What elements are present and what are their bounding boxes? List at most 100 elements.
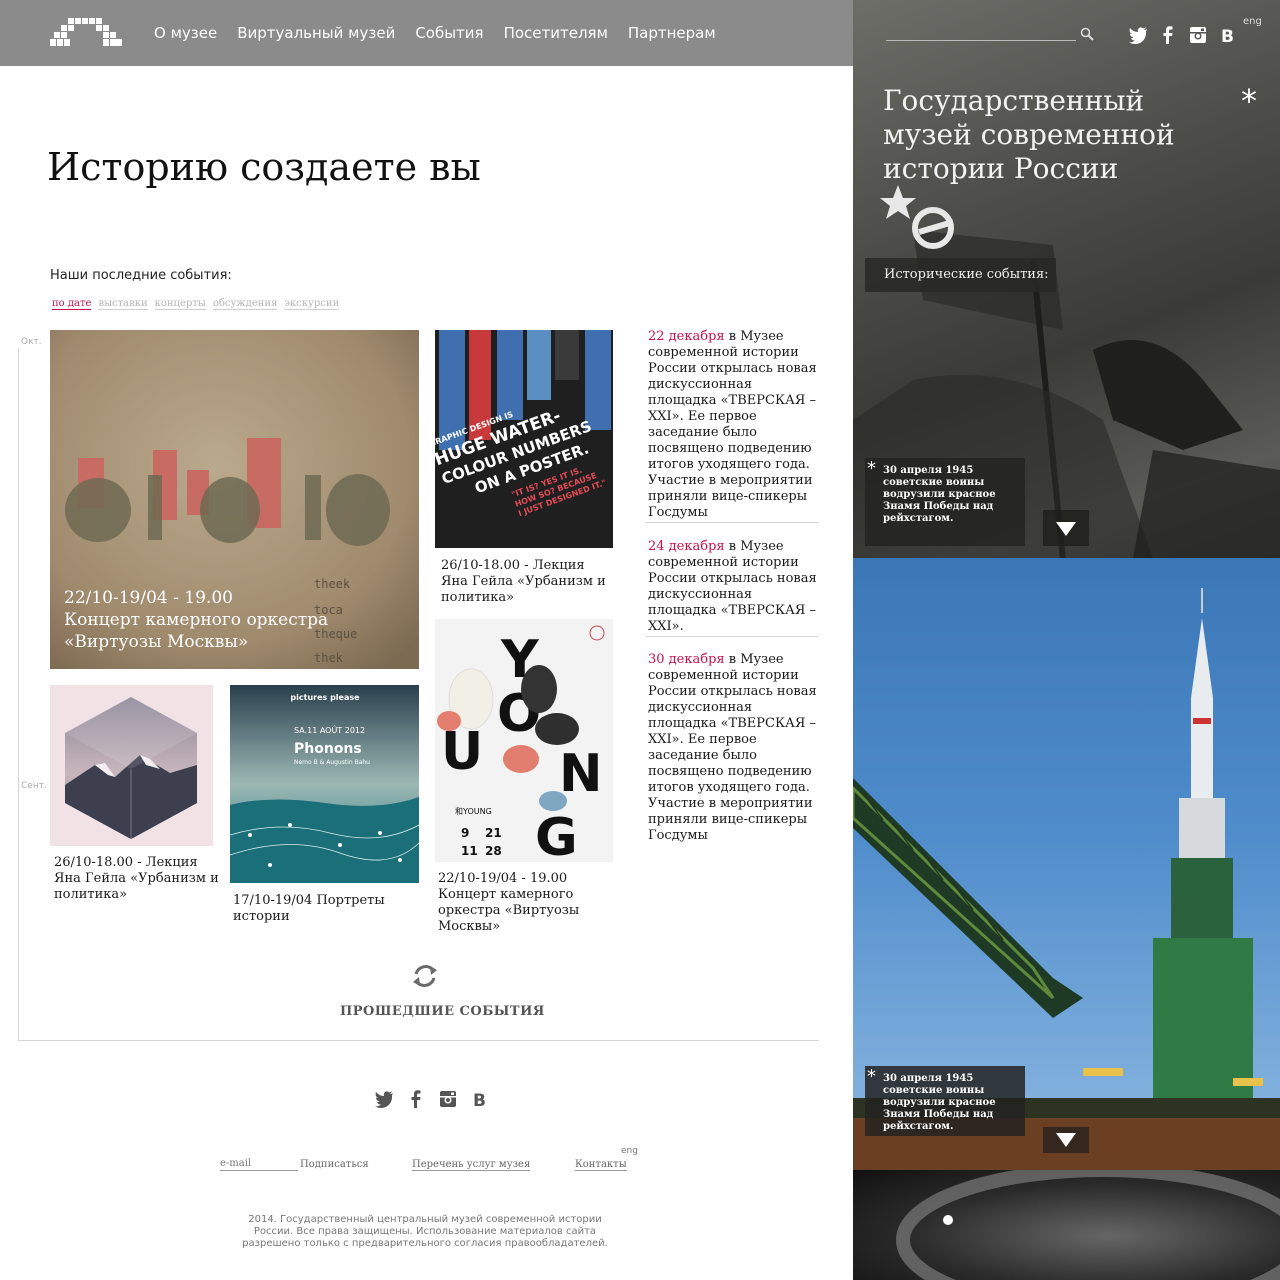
history-fact-text: 30 апреля 1945 советские воины водрузили… <box>883 465 996 524</box>
lang-switch-eng[interactable]: eng <box>1243 16 1262 27</box>
copyright-text: 2014. Государственный центральный музей … <box>242 1214 608 1249</box>
filter-by-date[interactable]: по дате <box>52 298 92 310</box>
filter-exhibitions[interactable]: выставки <box>98 298 148 310</box>
poster-watercolour-card[interactable]: GRAPHIC DESIGN IS HUGE WATER- COLOUR NUM… <box>435 330 613 548</box>
asterisk-icon: * <box>867 458 876 479</box>
top-bar: О музее Виртуальный музей События Посети… <box>0 0 853 66</box>
search-underline <box>886 40 1076 41</box>
svg-text:В: В <box>1221 27 1234 45</box>
twitter-icon[interactable] <box>1128 25 1148 45</box>
events-heading: Наши последние события: <box>50 268 232 283</box>
museum-name: Государственный музей современной истори… <box>883 84 1175 185</box>
history-fact-card[interactable]: 30 апреля 1945 советские воины водрузили… <box>865 458 1025 546</box>
young-poster-image: Y O U N G 和YOUNG 9 21 11 28 <box>435 619 613 862</box>
month-label-sep: Сент. <box>21 781 47 791</box>
scroll-down-button[interactable] <box>1043 510 1089 546</box>
instagram-icon[interactable] <box>438 1089 458 1109</box>
scroll-down-button[interactable] <box>1043 1127 1089 1153</box>
vk-icon[interactable]: В <box>470 1089 490 1111</box>
event-filters: по дате выставки концерты обсуждения экс… <box>52 298 340 310</box>
poster-phonons-card[interactable]: pictures please SA.11 AOÛT 2012 Phonons … <box>230 685 419 883</box>
svg-text:В: В <box>473 1091 486 1109</box>
footer-lang-switch[interactable]: eng <box>621 1146 638 1156</box>
phonons-date: SA.11 AOÛT 2012 <box>294 724 365 735</box>
poster-hexagon-card[interactable] <box>50 685 213 846</box>
poster-hexagon-caption[interactable]: 26/10-18.00 - Лекция Яна Гейла «Урбанизм… <box>54 855 219 903</box>
young-date-1: 9 <box>461 826 469 840</box>
news-divider <box>646 522 818 523</box>
nav-item-virtual-museum[interactable]: Виртуальный музей <box>237 24 395 42</box>
young-date-4: 28 <box>485 844 502 858</box>
instagram-icon[interactable] <box>1188 25 1208 45</box>
phonons-subtitle: Nemo B & Augustin Bahu <box>294 759 370 766</box>
filter-excursions[interactable]: экскурсии <box>284 298 340 310</box>
young-letter-u: U <box>441 722 483 782</box>
email-field[interactable] <box>220 1157 298 1171</box>
museum-logo[interactable] <box>50 18 122 48</box>
featured-caption-date: 22/10-19/04 - 19.00 <box>64 588 233 608</box>
detail-photo <box>896 1170 1280 1280</box>
nav-item-about[interactable]: О музее <box>154 24 217 42</box>
nav-item-partners[interactable]: Партнерам <box>628 24 716 42</box>
search-input[interactable] <box>886 24 1076 40</box>
timeline-divider <box>18 1040 819 1041</box>
phonons-poster-image: pictures please SA.11 AOÛT 2012 Phonons … <box>230 685 419 883</box>
arrow-down-icon <box>1056 1133 1076 1147</box>
phonons-title: Phonons <box>294 741 362 757</box>
poster-phonons-caption[interactable]: 17/10-19/04 Портреты истории <box>233 893 413 925</box>
page-title: Историю создаете вы <box>47 145 481 189</box>
footer-social-links: В <box>374 1089 490 1111</box>
young-letter-g: G <box>535 808 578 862</box>
month-label-oct: Окт. <box>21 337 42 347</box>
footer-link-contacts-label: Контакты <box>575 1159 627 1171</box>
side-photo-detail <box>853 1170 1280 1280</box>
twitter-icon[interactable] <box>374 1089 394 1109</box>
footer-link-contacts[interactable]: Контакты <box>575 1159 627 1171</box>
featured-caption[interactable]: 22/10-19/04 - 19.00 Концерт камерного ор… <box>64 587 364 653</box>
hexagon-mountain-image <box>50 685 213 846</box>
search-icon[interactable] <box>1080 27 1094 41</box>
nav-item-visitors[interactable]: Посетителям <box>504 24 608 42</box>
young-date-2: 21 <box>485 826 502 840</box>
news-date: 24 декабря <box>648 539 725 554</box>
poster-young-card[interactable]: Y O U N G 和YOUNG 9 21 11 28 <box>435 619 613 862</box>
refresh-icon[interactable] <box>410 961 440 991</box>
news-item[interactable]: 30 декабря в Музее современной истории Р… <box>648 652 818 844</box>
poster-watercolour-caption[interactable]: 26/10-18.00 - Лекция Яна Гейла «Урбанизм… <box>441 558 613 606</box>
timeline-line <box>18 348 19 1040</box>
news-text: в Музее современной истории России откры… <box>648 329 817 520</box>
featured-caption-text: Концерт камерного оркестра «Виртуозы Мос… <box>64 610 329 652</box>
header-social-links: В <box>1128 25 1238 47</box>
side-panel: В eng Государственный музей современной … <box>853 0 1280 1280</box>
asterisk-icon: * <box>867 1066 876 1087</box>
young-letter-n: N <box>559 744 603 804</box>
subscribe-button[interactable]: Подписаться <box>300 1159 369 1170</box>
news-item[interactable]: 22 декабря в Музее современной истории Р… <box>648 329 818 521</box>
past-events-button[interactable]: ПРОШЕДШИЕ СОБЫТИЯ <box>340 1004 545 1019</box>
phonons-brand: pictures please <box>290 693 360 702</box>
watercolour-poster-image: GRAPHIC DESIGN IS HUGE WATER- COLOUR NUM… <box>435 330 613 548</box>
vk-icon[interactable]: В <box>1218 25 1238 47</box>
young-label: 和YOUNG <box>455 807 492 816</box>
history-fact-card[interactable]: 30 апреля 1945 советские воины водрузили… <box>865 1066 1025 1136</box>
arrow-down-icon <box>1056 522 1076 536</box>
poster-young-caption[interactable]: 22/10-19/04 - 19.00 Концерт камерного ор… <box>438 871 610 935</box>
footer-link-services-label: Перечень услуг музея <box>412 1159 531 1171</box>
featured-event-card[interactable]: theek toca theque thek 22/10-19/04 - 19.… <box>50 330 419 669</box>
historical-events-label[interactable]: Исторические события: <box>865 258 1056 292</box>
facebook-icon[interactable] <box>406 1089 426 1109</box>
news-divider <box>646 636 818 637</box>
history-fact-text: 30 апреля 1945 советские воины водрузили… <box>883 1073 996 1132</box>
news-date: 22 декабря <box>648 329 725 344</box>
nav-item-events[interactable]: События <box>415 24 483 42</box>
footer-link-services[interactable]: Перечень услуг музея <box>412 1159 531 1171</box>
main-nav: О музее Виртуальный музей События Посети… <box>154 24 716 42</box>
facebook-icon[interactable] <box>1158 25 1178 45</box>
news-text: в Музее современной истории России откры… <box>648 652 817 843</box>
asterisk-icon: * <box>1241 82 1257 120</box>
news-date: 30 декабря <box>648 652 725 667</box>
filter-discussions[interactable]: обсуждения <box>212 298 278 310</box>
young-date-3: 11 <box>461 844 478 858</box>
news-item[interactable]: 24 декабря в Музее современной истории Р… <box>648 539 818 635</box>
filter-concerts[interactable]: концерты <box>154 298 206 310</box>
